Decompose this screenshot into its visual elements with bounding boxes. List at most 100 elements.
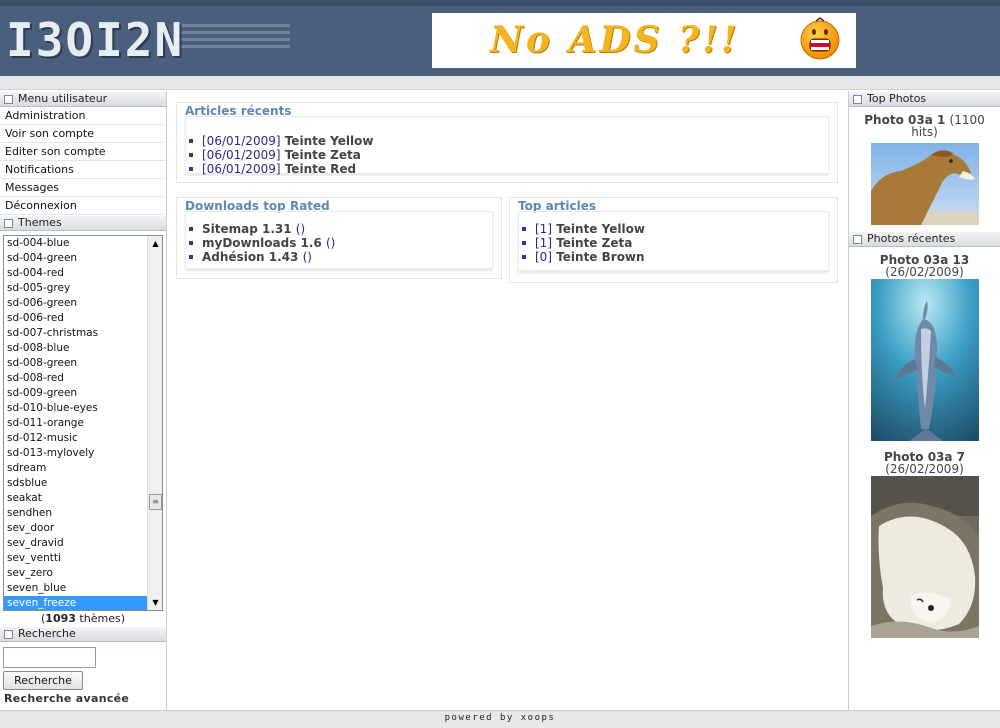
menu-item-messages[interactable]: Messages	[0, 179, 166, 197]
menu-item-logout[interactable]: Déconnexion	[0, 197, 166, 215]
top-articles-list: [1] Teinte Yellow [1] Teinte Zeta [0] Te…	[519, 222, 828, 264]
theme-option[interactable]: sdream	[4, 461, 148, 476]
search-title: Recherche	[0, 626, 166, 642]
theme-option[interactable]: sev_zero	[4, 566, 148, 581]
user-menu: Administration Voir son compte Editer so…	[0, 107, 166, 215]
list-item[interactable]: myDownloads 1.6 ()	[186, 236, 492, 250]
top-articles-block: Top articles [1] Teinte Yellow [1] Teint…	[509, 197, 838, 283]
menu-item-edit-account[interactable]: Editer son compte	[0, 143, 166, 161]
left-sidebar: Menu utilisateur Administration Voir son…	[0, 91, 167, 710]
downloads-top-list: Sitemap 1.31 () myDownloads 1.6 () Adhés…	[186, 222, 492, 264]
site-header: I3OI2N No ADS ?!!	[0, 0, 1000, 76]
screaming-smiley-icon	[800, 17, 840, 60]
recent-photo-item: Photo 03a 7 (26/02/2009)	[849, 441, 1000, 638]
site-logo[interactable]: I3OI2N	[0, 14, 300, 66]
menu-item-view-account[interactable]: Voir son compte	[0, 125, 166, 143]
theme-option[interactable]: sev_door	[4, 521, 148, 536]
scroll-down-arrow-icon[interactable]: ▼	[148, 595, 162, 610]
dolphin-photo[interactable]	[870, 279, 979, 441]
theme-option[interactable]: sd-008-green	[4, 356, 148, 371]
list-item[interactable]: Adhésion 1.43 ()	[186, 250, 492, 264]
bullet-icon	[189, 255, 193, 259]
photo-caption[interactable]: Photo 03a 13 (26/02/2009)	[849, 254, 1000, 278]
theme-option[interactable]: sev_dravid	[4, 536, 148, 551]
theme-option[interactable]: sd-004-red	[4, 266, 148, 281]
camel-photo[interactable]	[870, 143, 979, 225]
bullet-icon	[189, 167, 193, 171]
scroll-up-arrow-icon[interactable]: ▲	[148, 236, 162, 251]
theme-option[interactable]: sd-006-red	[4, 311, 148, 326]
theme-option[interactable]: sd-006-green	[4, 296, 148, 311]
theme-option[interactable]: sd-008-red	[4, 371, 148, 386]
list-item[interactable]: [0] Teinte Brown	[519, 250, 828, 264]
polar-bear-photo[interactable]	[870, 476, 979, 638]
theme-option[interactable]: seakat	[4, 491, 148, 506]
site-footer: powered by xoops	[0, 710, 1000, 728]
theme-option[interactable]: sd-011-orange	[4, 416, 148, 431]
theme-option[interactable]: sev_ventti	[4, 551, 148, 566]
bullet-icon	[522, 255, 526, 259]
header-top-stripe	[0, 0, 1000, 6]
search-input[interactable]	[3, 647, 96, 668]
recent-articles-block: Articles récents [06/01/2009] Teinte Yel…	[176, 102, 838, 183]
block-square-icon	[4, 218, 13, 228]
theme-option[interactable]: sd-005-grey	[4, 281, 148, 296]
block-square-icon	[853, 94, 862, 104]
header-band	[0, 76, 1000, 90]
theme-option[interactable]: seven_freeze	[4, 596, 148, 610]
bullet-icon	[189, 153, 193, 157]
list-item[interactable]: [1] Teinte Yellow	[519, 222, 828, 236]
recent-articles-list: [06/01/2009] Teinte Yellow [06/01/2009] …	[186, 134, 828, 176]
block-square-icon	[853, 234, 862, 244]
theme-option[interactable]: sd-004-blue	[4, 236, 148, 251]
theme-option[interactable]: seven_blue	[4, 581, 148, 596]
menu-item-administration[interactable]: Administration	[0, 107, 166, 125]
theme-option[interactable]: sendhen	[4, 506, 148, 521]
photo-caption[interactable]: Photo 03a 1 (1100 hits)	[849, 114, 1000, 138]
list-item[interactable]: [1] Teinte Zeta	[519, 236, 828, 250]
scroll-thumb[interactable]: ≡	[149, 494, 162, 510]
top-photo-item: Photo 03a 1 (1100 hits)	[849, 107, 1000, 225]
search-button[interactable]: Recherche	[3, 671, 83, 690]
menu-item-notifications[interactable]: Notifications	[0, 161, 166, 179]
theme-option[interactable]: sdsblue	[4, 476, 148, 491]
list-item[interactable]: [06/01/2009] Teinte Yellow	[186, 134, 828, 148]
search-block: Recherche Recherche Recherche avancée	[0, 626, 166, 705]
polar-bear-photo-image	[870, 476, 979, 638]
right-sidebar: Top Photos Photo 03a 1 (1100 hits) Photo…	[848, 91, 1000, 710]
block-square-icon	[4, 94, 13, 104]
theme-select-list[interactable]: sd-004-blue sd-004-green sd-004-red sd-005-…	[3, 235, 163, 611]
banner-text: No ADS ?!!	[490, 19, 740, 61]
themes-title: Themes	[0, 215, 166, 231]
photo-caption[interactable]: Photo 03a 7 (26/02/2009)	[849, 451, 1000, 475]
powered-by-text[interactable]: powered by xoops	[445, 713, 556, 723]
list-item[interactable]: [06/01/2009] Teinte Red	[186, 162, 828, 176]
bullet-icon	[522, 227, 526, 231]
logo-decoration	[180, 24, 290, 54]
theme-option[interactable]: sd-012-music	[4, 431, 148, 446]
theme-count: (1093 thèmes)	[41, 612, 125, 625]
ad-banner[interactable]: No ADS ?!!	[432, 13, 856, 68]
user-menu-title: Menu utilisateur	[0, 91, 166, 107]
bullet-icon	[189, 241, 193, 245]
recent-photo-item: Photo 03a 13 (26/02/2009)	[849, 247, 1000, 441]
bullet-icon	[522, 241, 526, 245]
main-content: Articles récents [06/01/2009] Teinte Yel…	[167, 91, 848, 710]
theme-option[interactable]: sd-009-green	[4, 386, 148, 401]
theme-option[interactable]: sd-010-blue-eyes	[4, 401, 148, 416]
bullet-icon	[189, 227, 193, 231]
theme-option[interactable]: sd-013-mylovely	[4, 446, 148, 461]
theme-list-scrollbar[interactable]: ▲ ≡ ▼	[147, 236, 162, 610]
advanced-search-link[interactable]: Recherche avancée	[4, 692, 166, 705]
theme-options: sd-004-blue sd-004-green sd-004-red sd-005-…	[4, 236, 148, 610]
top-photos-title: Top Photos	[849, 91, 1000, 107]
theme-option[interactable]: sd-007-christmas	[4, 326, 148, 341]
logo-text: I3OI2N	[6, 13, 185, 67]
block-square-icon	[4, 629, 13, 639]
list-item[interactable]: Sitemap 1.31 ()	[186, 222, 492, 236]
dolphin-photo-image	[870, 279, 979, 441]
downloads-top-block: Downloads top Rated Sitemap 1.31 () myDo…	[176, 197, 502, 279]
theme-option[interactable]: sd-004-green	[4, 251, 148, 266]
list-item[interactable]: [06/01/2009] Teinte Zeta	[186, 148, 828, 162]
theme-option[interactable]: sd-008-blue	[4, 341, 148, 356]
